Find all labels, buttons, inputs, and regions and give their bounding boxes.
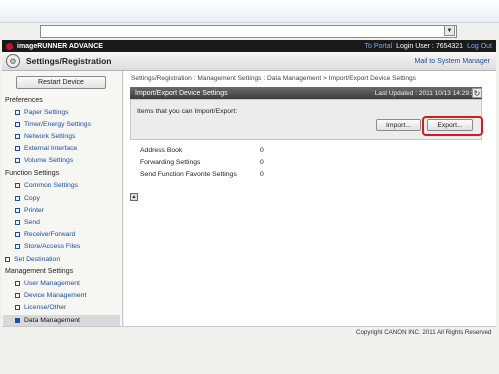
to-portal-link[interactable]: To Portal — [365, 43, 393, 50]
last-updated: Last Updated : 2011 10/13 14:29:32 — [374, 89, 478, 97]
sidebar-item-receive-forward[interactable]: Receive/Forward — [15, 231, 75, 238]
sidebar-item-set-destination[interactable]: Set Destination — [5, 256, 60, 263]
copyright: Copyright CANON INC. 2011 All Rights Res… — [356, 329, 492, 336]
bullet-icon — [15, 208, 20, 213]
title-bar: ⚙ Settings/Registration Mail to System M… — [2, 52, 496, 71]
log-out-link[interactable]: Log Out — [467, 43, 492, 50]
bullet-icon — [15, 232, 20, 237]
sidebar-item-send[interactable]: Send — [15, 219, 40, 226]
bullet-icon — [15, 158, 20, 163]
item-value-address-book: 0 — [260, 147, 264, 154]
bullet-icon — [15, 244, 20, 249]
divider — [2, 326, 496, 327]
item-value-send-function-favorite: 0 — [260, 171, 264, 178]
sidebar-item-data-management[interactable]: Data Management — [3, 315, 120, 326]
sidebar-item-timer-energy[interactable]: Timer/Energy Settings — [15, 121, 91, 128]
sidebar-item-printer[interactable]: Printer — [15, 207, 44, 214]
import-button[interactable]: Import... — [376, 119, 421, 131]
bullet-icon — [15, 122, 20, 127]
sidebar-item-copy[interactable]: Copy — [15, 195, 40, 202]
bullet-icon — [15, 183, 20, 188]
sidebar-item-device-management[interactable]: Device Management — [15, 292, 86, 299]
sidebar-item-store-access-files[interactable]: Store/Access Files — [15, 243, 80, 250]
sidebar-heading-management-settings: Management Settings — [5, 268, 74, 275]
panel-description: Items that you can Import/Export: — [137, 108, 238, 115]
export-highlight — [422, 116, 483, 136]
sidebar-item-network-settings[interactable]: Network Settings — [15, 133, 75, 140]
canon-logo-icon — [6, 42, 13, 50]
panel-header: Import/Export Device Settings Last Updat… — [130, 87, 482, 99]
bullet-icon — [5, 257, 10, 262]
sidebar-heading-preferences: Preferences — [5, 97, 43, 104]
address-dropdown[interactable] — [40, 25, 457, 38]
item-value-forwarding-settings: 0 — [260, 159, 264, 166]
app-header: imageRUNNER ADVANCE To Portal Login User… — [2, 40, 496, 52]
restart-device-button[interactable]: Restart Device — [16, 76, 106, 89]
sidebar-item-volume-settings[interactable]: Volume Settings — [15, 157, 73, 164]
item-label-address-book: Address Book — [140, 147, 183, 154]
bullet-icon — [15, 110, 20, 115]
bullet-icon — [15, 134, 20, 139]
page-title: Settings/Registration — [26, 56, 112, 66]
bullet-icon — [15, 305, 20, 310]
item-label-send-function-favorite: Send Function Favorite Settings — [140, 171, 237, 178]
login-user: Login User : 7654321 — [396, 42, 464, 50]
sidebar-item-user-management[interactable]: User Management — [15, 280, 80, 287]
sidebar-item-license-other[interactable]: License/Other — [15, 304, 66, 311]
browser-toolbar — [0, 0, 499, 23]
bullet-icon — [15, 318, 20, 323]
item-label-forwarding-settings: Forwarding Settings — [140, 159, 201, 166]
header-links: To Portal Login User : 7654321 Log Out — [365, 43, 492, 50]
bullet-icon — [15, 281, 20, 286]
bullet-icon — [15, 196, 20, 201]
page-top-icon[interactable]: ▲ — [130, 193, 138, 201]
panel-title: Import/Export Device Settings — [135, 89, 228, 97]
chevron-down-icon[interactable]: ▼ — [444, 25, 455, 36]
sidebar-item-paper-settings[interactable]: Paper Settings — [15, 109, 69, 116]
bullet-icon — [15, 293, 20, 298]
refresh-icon[interactable]: ↻ — [472, 88, 482, 98]
brand: imageRUNNER ADVANCE — [6, 42, 103, 50]
bullet-icon — [15, 220, 20, 225]
sidebar-item-common-settings[interactable]: Common Settings — [15, 182, 78, 189]
bullet-icon — [15, 146, 20, 151]
mail-to-system-manager-link[interactable]: Mail to System Manager — [415, 58, 490, 65]
breadcrumb: Settings/Registration : Management Setti… — [131, 75, 416, 82]
sidebar-heading-function-settings: Function Settings — [5, 170, 60, 177]
brand-name: imageRUNNER ADVANCE — [17, 42, 103, 50]
gear-icon: ⚙ — [6, 54, 20, 68]
sidebar-item-external-interface[interactable]: External Interface — [15, 145, 77, 152]
